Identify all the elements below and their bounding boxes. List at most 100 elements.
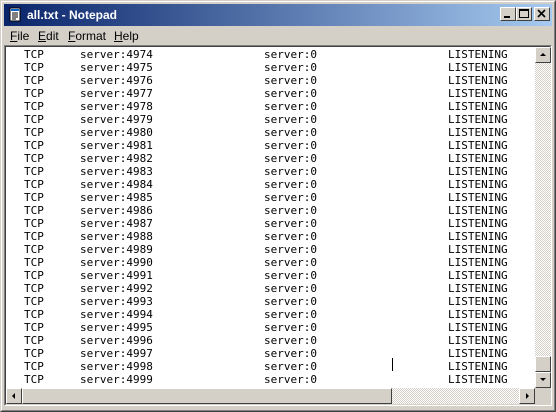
text-line: TCP server:4999 server:0 LISTENING — [6, 373, 535, 386]
text-line: TCP server:4979 server:0 LISTENING — [6, 113, 535, 126]
line-state: LISTENING — [448, 74, 508, 87]
maximize-icon — [519, 9, 529, 18]
scroll-up-button[interactable] — [535, 47, 551, 63]
line-state: LISTENING — [448, 113, 508, 126]
text-line: TCP server:4978 server:0 LISTENING — [6, 100, 535, 113]
text-line: TCP server:4981 server:0 LISTENING — [6, 139, 535, 152]
line-state: LISTENING — [448, 230, 508, 243]
line-local-address: server:4975 — [80, 61, 153, 74]
line-foreign-address: server:0 — [264, 347, 317, 360]
line-state: LISTENING — [448, 217, 508, 230]
text-line: TCP server:4985 server:0 LISTENING — [6, 191, 535, 204]
horizontal-scroll-thumb[interactable] — [22, 388, 392, 404]
line-state: LISTENING — [448, 321, 508, 334]
maximize-button[interactable] — [516, 7, 532, 21]
line-local-address: server:4995 — [80, 321, 153, 334]
line-state: LISTENING — [448, 308, 508, 321]
menu-bar: File Edit Format Help — [4, 26, 552, 45]
line-local-address: server:4990 — [80, 256, 153, 269]
line-protocol: TCP — [24, 282, 44, 295]
line-protocol: TCP — [24, 139, 44, 152]
line-state: LISTENING — [448, 48, 508, 61]
line-protocol: TCP — [24, 334, 44, 347]
line-local-address: server:4987 — [80, 217, 153, 230]
menu-file[interactable]: File — [6, 28, 33, 44]
line-protocol: TCP — [24, 87, 44, 100]
text-line: TCP server:4976 server:0 LISTENING — [6, 74, 535, 87]
text-area[interactable]: TCP server:4974 server:0 LISTENING TCP server… — [6, 47, 535, 388]
line-local-address: server:4997 — [80, 347, 153, 360]
vertical-scrollbar[interactable] — [535, 47, 551, 388]
scrollbar-corner — [535, 388, 551, 404]
line-local-address: server:4986 — [80, 204, 153, 217]
line-state: LISTENING — [448, 152, 508, 165]
line-foreign-address: server:0 — [264, 165, 317, 178]
line-local-address: server:4988 — [80, 230, 153, 243]
line-protocol: TCP — [24, 178, 44, 191]
vertical-scroll-thumb[interactable] — [535, 356, 551, 372]
line-foreign-address: server:0 — [264, 360, 317, 373]
text-line: TCP server:4984 server:0 LISTENING — [6, 178, 535, 191]
line-foreign-address: server:0 — [264, 269, 317, 282]
line-local-address: server:4984 — [80, 178, 153, 191]
line-local-address: server:4998 — [80, 360, 153, 373]
line-protocol: TCP — [24, 48, 44, 61]
line-state: LISTENING — [448, 139, 508, 152]
title-bar[interactable]: all.txt - Notepad — [4, 4, 552, 26]
line-local-address: server:4979 — [80, 113, 153, 126]
scroll-right-button[interactable] — [519, 388, 535, 404]
line-protocol: TCP — [24, 360, 44, 373]
line-state: LISTENING — [448, 87, 508, 100]
text-line: TCP server:4982 server:0 LISTENING — [6, 152, 535, 165]
arrow-up-icon — [540, 53, 546, 56]
line-local-address: server:4981 — [80, 139, 153, 152]
line-foreign-address: server:0 — [264, 217, 317, 230]
line-foreign-address: server:0 — [264, 204, 317, 217]
line-local-address: server:4977 — [80, 87, 153, 100]
line-foreign-address: server:0 — [264, 87, 317, 100]
line-protocol: TCP — [24, 165, 44, 178]
line-protocol: TCP — [24, 308, 44, 321]
line-foreign-address: server:0 — [264, 282, 317, 295]
menu-edit[interactable]: Edit — [34, 28, 63, 44]
notepad-icon[interactable] — [7, 7, 23, 23]
line-foreign-address: server:0 — [264, 230, 317, 243]
line-protocol: TCP — [24, 243, 44, 256]
line-local-address: server:4996 — [80, 334, 153, 347]
text-line: TCP server:4990 server:0 LISTENING — [6, 256, 535, 269]
line-state: LISTENING — [448, 282, 508, 295]
menu-help[interactable]: Help — [110, 28, 143, 44]
line-state: LISTENING — [448, 334, 508, 347]
menu-file-label: ile — [17, 29, 30, 43]
horizontal-scrollbar[interactable] — [6, 388, 535, 404]
minimize-button[interactable] — [500, 7, 516, 21]
scroll-left-button[interactable] — [6, 388, 22, 404]
line-local-address: server:4994 — [80, 308, 153, 321]
menu-format-label: ormat — [75, 29, 107, 43]
line-state: LISTENING — [448, 61, 508, 74]
text-line: TCP server:4998 server:0 LISTENING — [6, 360, 535, 373]
line-protocol: TCP — [24, 126, 44, 139]
arrow-down-icon — [540, 378, 546, 381]
line-protocol: TCP — [24, 191, 44, 204]
editor-frame: TCP server:4974 server:0 LISTENING TCP server… — [4, 45, 552, 406]
menu-format[interactable]: Format — [64, 28, 110, 44]
notepad-window: all.txt - Notepad File Edit Format Help … — [0, 0, 556, 412]
line-state: LISTENING — [448, 373, 508, 386]
line-protocol: TCP — [24, 74, 44, 87]
line-local-address: server:4980 — [80, 126, 153, 139]
line-foreign-address: server:0 — [264, 126, 317, 139]
line-protocol: TCP — [24, 61, 44, 74]
line-state: LISTENING — [448, 126, 508, 139]
line-state: LISTENING — [448, 256, 508, 269]
scroll-down-button[interactable] — [535, 372, 551, 388]
close-icon — [537, 9, 546, 18]
text-line: TCP server:4997 server:0 LISTENING — [6, 347, 535, 360]
text-line: TCP server:4987 server:0 LISTENING — [6, 217, 535, 230]
text-line: TCP server:4975 server:0 LISTENING — [6, 61, 535, 74]
line-protocol: TCP — [24, 152, 44, 165]
close-button[interactable] — [534, 7, 550, 21]
line-foreign-address: server:0 — [264, 334, 317, 347]
line-state: LISTENING — [448, 165, 508, 178]
line-protocol: TCP — [24, 100, 44, 113]
